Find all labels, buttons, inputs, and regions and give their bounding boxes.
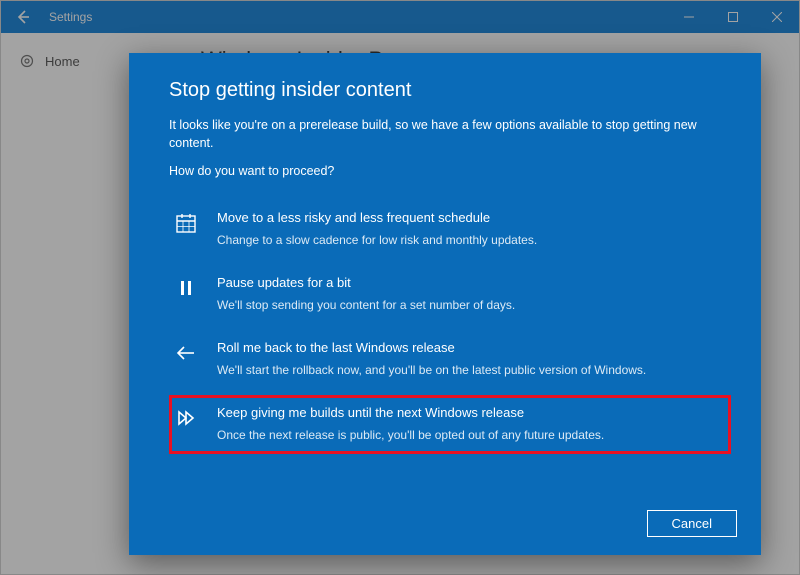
dialog-footer: Cancel	[647, 510, 737, 537]
option-title: Pause updates for a bit	[217, 275, 723, 290]
dialog-title: Stop getting insider content	[169, 79, 731, 102]
app-frame: Settings Home Windows	[0, 0, 800, 575]
dialog-question: How do you want to proceed?	[169, 164, 731, 178]
cancel-button[interactable]: Cancel	[647, 510, 737, 537]
dialog-intro: It looks like you're on a prerelease bui…	[169, 116, 709, 152]
option-title: Keep giving me builds until the next Win…	[217, 405, 723, 420]
fast-forward-icon	[173, 405, 199, 429]
option-title: Move to a less risky and less frequent s…	[217, 210, 723, 225]
option-desc: Once the next release is public, you'll …	[217, 428, 723, 442]
option-keep-until-next-release[interactable]: Keep giving me builds until the next Win…	[169, 395, 731, 454]
option-desc: We'll stop sending you content for a set…	[217, 298, 723, 312]
option-pause-updates[interactable]: Pause updates for a bit We'll stop sendi…	[169, 265, 731, 324]
calendar-icon	[173, 210, 199, 234]
option-rollback[interactable]: Roll me back to the last Windows release…	[169, 330, 731, 389]
option-title: Roll me back to the last Windows release	[217, 340, 723, 355]
option-desc: Change to a slow cadence for low risk an…	[217, 233, 723, 247]
stop-insider-dialog: Stop getting insider content It looks li…	[129, 53, 761, 555]
option-slow-schedule[interactable]: Move to a less risky and less frequent s…	[169, 200, 731, 259]
rollback-arrow-icon	[173, 340, 199, 364]
dialog-options: Move to a less risky and less frequent s…	[169, 200, 731, 454]
option-desc: We'll start the rollback now, and you'll…	[217, 363, 723, 377]
pause-icon	[173, 275, 199, 299]
